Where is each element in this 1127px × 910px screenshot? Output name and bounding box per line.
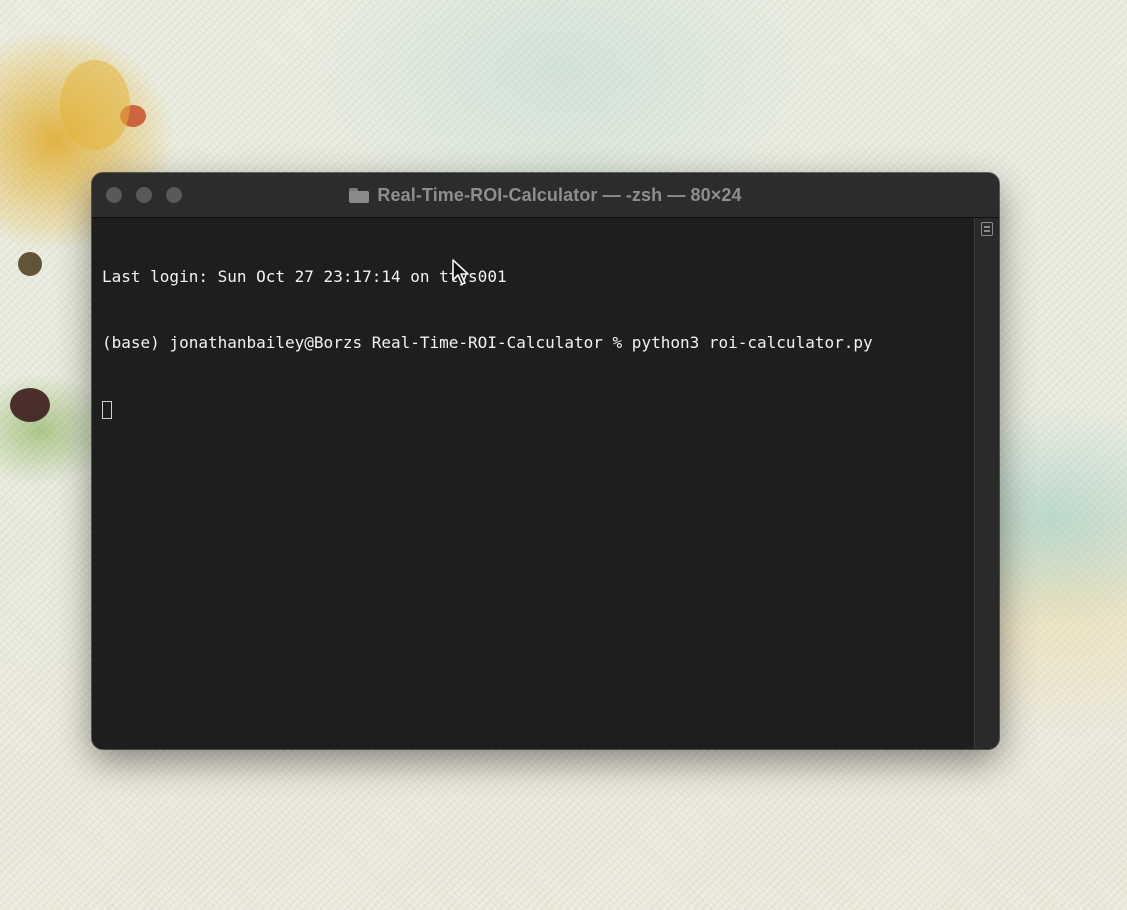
terminal-output[interactable]: Last login: Sun Oct 27 23:17:14 on ttys0… [92, 218, 975, 749]
terminal-line-command: (base) jonathanbailey@Borzs Real-Time-RO… [102, 333, 873, 352]
folder-icon [349, 187, 370, 203]
terminal-window[interactable]: Real-Time-ROI-Calculator — -zsh — 80×24 … [92, 173, 999, 749]
window-title: Real-Time-ROI-Calculator — -zsh — 80×24 [377, 184, 742, 205]
scrollbar[interactable] [974, 218, 999, 749]
window-title-container: Real-Time-ROI-Calculator — -zsh — 80×24 [92, 173, 999, 217]
wallpaper-blot [18, 252, 42, 276]
title-bar[interactable]: Real-Time-ROI-Calculator — -zsh — 80×24 [92, 173, 999, 218]
terminal-line-last-login: Last login: Sun Oct 27 23:17:14 on ttys0… [102, 267, 507, 286]
terminal-cursor-line [102, 398, 975, 420]
wallpaper-blot [10, 388, 50, 422]
mouse-cursor-icon [452, 259, 469, 285]
text-cursor [102, 401, 112, 419]
scroll-marker-icon[interactable] [981, 222, 993, 236]
wallpaper-blot [60, 60, 130, 150]
